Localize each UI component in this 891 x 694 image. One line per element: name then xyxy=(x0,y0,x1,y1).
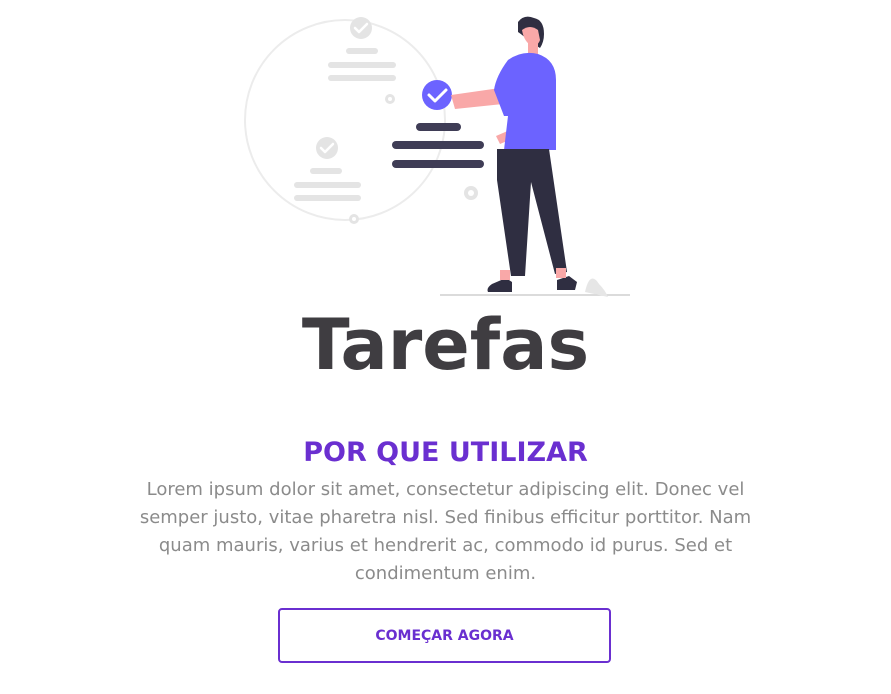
leaf-icon xyxy=(585,278,608,297)
page-title: Tarefas xyxy=(301,304,590,386)
faded-check-icon xyxy=(350,17,372,39)
faded-line xyxy=(328,75,396,81)
faded-dot-inner xyxy=(388,97,392,101)
faded-line xyxy=(294,182,361,188)
active-line xyxy=(392,141,484,149)
faded-line xyxy=(310,168,342,174)
active-line xyxy=(392,160,484,168)
active-line xyxy=(416,123,461,131)
section-heading: POR QUE UTILIZAR xyxy=(303,437,588,468)
person-figure xyxy=(451,16,577,292)
background-circle xyxy=(244,19,446,221)
faded-check-icon xyxy=(316,137,338,159)
description-text: Lorem ipsum dolor sit amet, consectetur … xyxy=(139,479,752,584)
faded-dot-inner xyxy=(352,217,356,221)
faded-line xyxy=(328,62,396,68)
faded-line xyxy=(294,195,361,201)
start-now-button[interactable]: COMEÇAR AGORA xyxy=(278,608,611,663)
faded-dot-inner xyxy=(468,190,474,196)
hero-illustration xyxy=(244,16,630,297)
active-check-icon xyxy=(422,80,452,110)
faded-line xyxy=(346,48,378,54)
